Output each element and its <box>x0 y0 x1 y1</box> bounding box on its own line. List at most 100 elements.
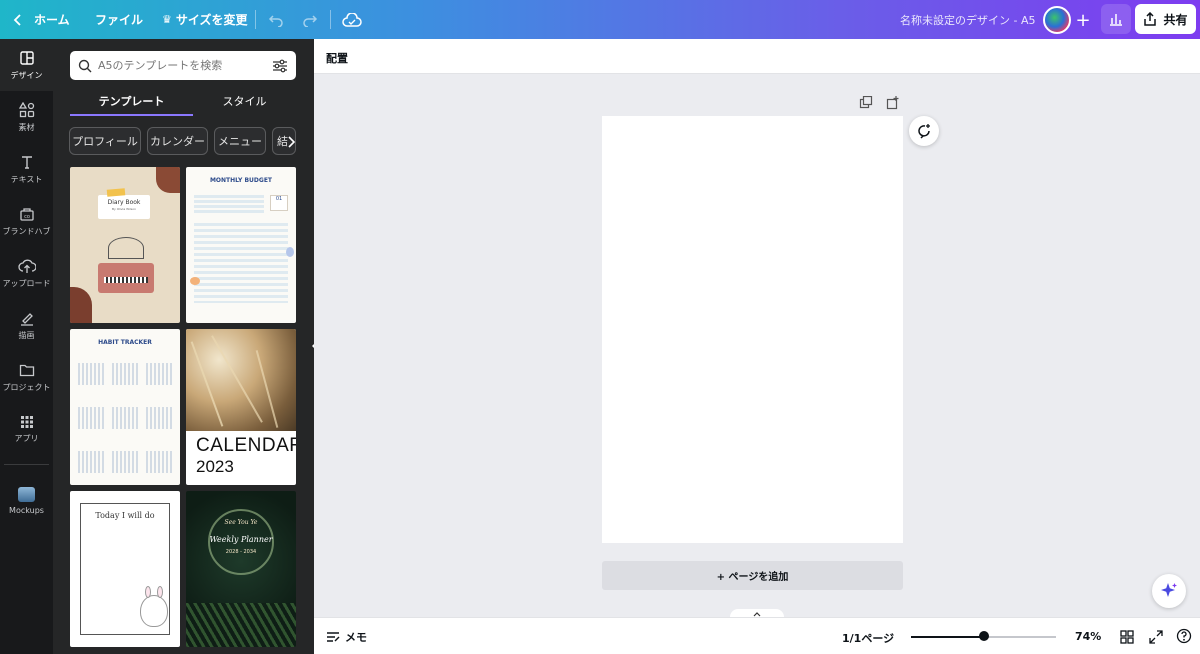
rail-label: デザイン <box>10 70 43 80</box>
zoom-level[interactable]: 74% <box>1075 630 1101 643</box>
template-calendar-2023[interactable]: CALENDAR 2023 <box>186 329 296 485</box>
tab-styles[interactable]: スタイル <box>183 86 306 116</box>
chip-profile[interactable]: プロフィール <box>69 127 141 155</box>
habit-grid <box>146 451 172 473</box>
template-monthly-budget[interactable]: MONTHLY BUDGET 01 <box>186 167 296 323</box>
planner-title: Weekly Planner <box>209 535 273 544</box>
bottom-bar: メモ 1/1ページ 74% <box>314 617 1200 654</box>
template-weekly-planner[interactable]: See You Ye Weekly Planner 2028 - 2034 <box>186 491 296 647</box>
rail-label: ブランドハブ <box>2 226 51 236</box>
rail-item-projects[interactable]: プロジェクト <box>0 351 53 403</box>
svg-text:co: co <box>24 214 30 220</box>
help-icon[interactable] <box>1176 628 1192 648</box>
habit-grid <box>78 407 104 429</box>
rail-label: 描画 <box>18 330 35 340</box>
diary-title-card: Diary Book By Olivia Wilson <box>98 195 150 219</box>
page-count[interactable]: 1/1ページ <box>842 630 894 646</box>
add-page-button[interactable]: + ページを追加 <box>602 561 903 590</box>
decor-shape <box>286 247 294 257</box>
mockups-icon <box>18 487 35 502</box>
fullscreen-icon[interactable] <box>1149 629 1163 648</box>
redo-icon[interactable] <box>298 8 322 32</box>
search-input[interactable] <box>98 59 258 72</box>
upload-icon <box>17 259 36 273</box>
home-button[interactable]: ホーム <box>12 0 70 39</box>
rail-label: アプリ <box>14 433 39 443</box>
add-collaborator-icon[interactable]: + <box>1071 8 1095 32</box>
notes-icon <box>327 632 340 642</box>
diary-title: Diary Book <box>107 199 141 206</box>
templates-panel: テンプレート スタイル プロフィール カレンダー メニュー 結 Diary Bo… <box>53 39 314 654</box>
rail-item-brand-hub[interactable]: co ブランドハブ <box>0 195 53 247</box>
file-label: ファイル <box>95 13 144 27</box>
habit-grid <box>112 451 138 473</box>
add-page-icon[interactable] <box>886 95 900 114</box>
rail-divider <box>4 464 49 465</box>
draw-icon <box>20 312 33 326</box>
budget-table <box>194 223 288 303</box>
rail-item-apps[interactable]: アプリ <box>0 403 53 455</box>
canvas-area: 配置 + ページを追加 メモ 1/1ページ 74% <box>314 39 1200 654</box>
notes-button[interactable]: メモ <box>326 629 367 645</box>
chip-calendar[interactable]: カレンダー <box>147 127 208 155</box>
refresh-sparkle-icon <box>918 124 930 139</box>
cloud-save-icon[interactable] <box>340 8 364 32</box>
bunny-illustration <box>140 586 168 627</box>
filter-icon[interactable] <box>272 59 288 73</box>
template-search[interactable] <box>70 51 296 80</box>
habit-grid <box>146 363 172 385</box>
rail-label: Mockups <box>9 506 44 515</box>
template-diary-book[interactable]: Diary Book By Olivia Wilson <box>70 167 180 323</box>
diary-subtitle: By Olivia Wilson <box>111 207 137 211</box>
design-page[interactable] <box>602 116 903 543</box>
duplicate-page-icon[interactable] <box>859 95 873 114</box>
chip-menu[interactable]: メニュー <box>214 127 266 155</box>
resize-button[interactable]: ♛ サイズを変更 <box>162 0 248 39</box>
avatar[interactable] <box>1043 6 1071 34</box>
tab-templates[interactable]: テンプレート <box>70 86 193 116</box>
decor-shape <box>156 167 180 193</box>
shapes-icon <box>18 101 34 117</box>
grid-view-icon[interactable] <box>1120 629 1134 648</box>
chevron-left-icon <box>13 13 21 26</box>
apps-icon <box>20 415 33 428</box>
decor-shape <box>190 277 200 285</box>
template-habit-tracker[interactable]: HABIT TRACKER <box>70 329 180 485</box>
rail-item-uploads[interactable]: アップロード <box>0 247 53 299</box>
undo-icon[interactable] <box>264 8 288 32</box>
resize-label: サイズを変更 <box>175 13 248 27</box>
chips-scroll-right-icon[interactable] <box>286 134 298 148</box>
search-icon <box>78 59 92 72</box>
habit-grid <box>112 363 138 385</box>
file-menu-button[interactable]: ファイル <box>95 0 143 39</box>
bar-chart-icon <box>1110 14 1122 26</box>
context-toolbar: 配置 <box>314 39 1200 74</box>
budget-title: MONTHLY BUDGET <box>209 177 273 184</box>
insights-button[interactable] <box>1101 4 1131 34</box>
layout-icon <box>19 50 34 65</box>
rail-item-text[interactable]: テキスト <box>0 143 53 195</box>
share-button[interactable]: 共有 <box>1135 4 1196 34</box>
rail-item-elements[interactable]: 素材 <box>0 91 53 143</box>
rail-label: プロジェクト <box>2 382 51 392</box>
typewriter-illustration <box>98 263 154 293</box>
position-button[interactable]: 配置 <box>326 50 348 66</box>
regenerate-button[interactable] <box>909 116 939 146</box>
zoom-slider-handle[interactable] <box>978 631 989 641</box>
habit-grid <box>112 407 138 429</box>
home-label: ホーム <box>34 13 70 27</box>
rail-item-mockups[interactable]: Mockups <box>0 475 53 527</box>
planner-years: 2028 - 2034 <box>225 549 257 555</box>
text-icon <box>21 155 32 169</box>
rail-label: アップロード <box>2 278 51 288</box>
crown-icon: ♛ <box>162 13 172 26</box>
template-today-list[interactable]: Today I will do <box>70 491 180 647</box>
folder-icon <box>19 364 34 376</box>
document-title[interactable]: 名称未設定のデザイン - A5 <box>900 0 1036 39</box>
rail-item-design[interactable]: デザイン <box>0 39 53 91</box>
rail-item-draw[interactable]: 描画 <box>0 299 53 351</box>
top-bar: ホーム ファイル ♛ サイズを変更 名称未設定のデザイン - A5 + 共有 <box>0 0 1200 39</box>
habit-grid <box>146 407 172 429</box>
assistant-button[interactable] <box>1152 574 1186 608</box>
notes-label: メモ <box>345 631 367 644</box>
